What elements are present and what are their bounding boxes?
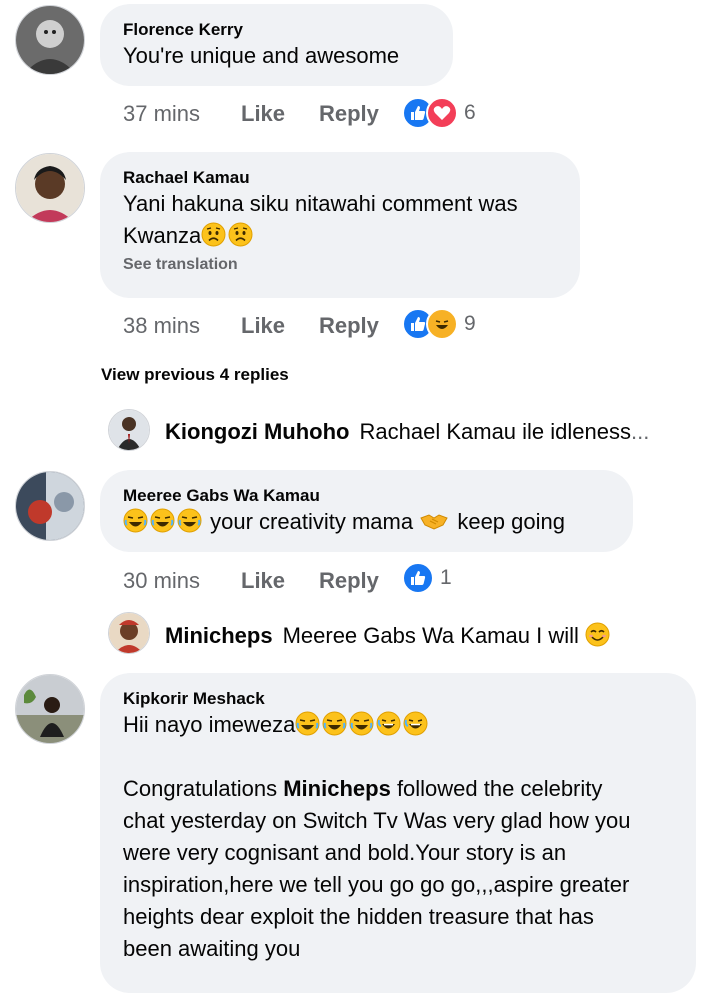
rofl-emoji	[123, 508, 148, 533]
like-button[interactable]: Like	[241, 99, 285, 129]
comment-author[interactable]: Meeree Gabs Wa Kamau	[123, 486, 610, 506]
avatar-minicheps[interactable]	[108, 612, 150, 654]
comment-text: your creativity mama keep going	[123, 506, 610, 538]
avatar-rachael-kamau[interactable]	[15, 153, 85, 223]
reaction-count: 1	[440, 566, 452, 589]
comment-time[interactable]: 38 mins	[123, 311, 200, 341]
comment-text-part: Congratulations	[123, 776, 278, 801]
reaction-count: 6	[464, 101, 476, 124]
reaction-summary-1[interactable]: 6	[402, 95, 476, 131]
grinning-sweat-emoji	[403, 711, 428, 736]
reply-preview-minicheps[interactable]: Minicheps Meeree Gabs Wa Kamau I will	[165, 622, 612, 649]
reply-preview-kiongozi[interactable]: Kiongozi Muhoho Rachael Kamau ile idlenes…	[165, 419, 649, 445]
avatar-florence-kerry[interactable]	[15, 5, 85, 75]
reply-button[interactable]: Reply	[319, 566, 379, 596]
comment-bubble-1: Florence Kerry You're unique and awesome	[100, 4, 453, 86]
reaction-count: 9	[464, 312, 476, 335]
reaction-summary-3[interactable]: 1	[402, 560, 452, 596]
see-translation-link[interactable]: See translation	[123, 256, 557, 274]
grinning-sweat-emoji	[376, 711, 401, 736]
reply-author[interactable]: Kiongozi Muhoho	[165, 419, 350, 444]
reaction-summary-2[interactable]: 9	[402, 306, 476, 342]
comment-author[interactable]: Florence Kerry	[123, 20, 430, 40]
view-previous-replies-link[interactable]: View previous 4 replies	[101, 365, 289, 385]
haha-icon	[426, 308, 458, 340]
comment-actions-1: 37 mins Like Reply	[123, 99, 423, 129]
avatar-kipkorir-meshack[interactable]	[15, 674, 85, 744]
comment-author[interactable]: Rachael Kamau	[123, 168, 557, 188]
reply-button[interactable]: Reply	[319, 99, 379, 129]
reply-ellipsis: ...	[631, 419, 650, 444]
smiling-face-emoji	[585, 622, 610, 647]
comment-text-part: followed the celebrity	[396, 776, 603, 801]
comment-text-line: been awaiting you	[123, 936, 301, 961]
reply-text: Rachael Kamau ile idleness	[359, 419, 632, 444]
rofl-emoji	[295, 711, 320, 736]
rofl-emoji	[322, 711, 347, 736]
like-button[interactable]: Like	[241, 311, 285, 341]
like-button[interactable]: Like	[241, 566, 285, 596]
comment-text-line: were very cognisant and bold.Your story …	[123, 840, 567, 865]
comment-text: You're unique and awesome	[123, 43, 400, 68]
mention-minicheps[interactable]: Minicheps	[283, 776, 391, 801]
comment-author[interactable]: Kipkorir Meshack	[123, 689, 673, 709]
comment-text-line: chat yesterday on Switch Tv Was very gla…	[123, 808, 631, 833]
comment-bubble-4: Kipkorir Meshack Hii nayo imeweza Congra…	[100, 673, 696, 993]
comment-text-line: inspiration,here we tell you go go go,,,…	[123, 872, 630, 897]
handshake-emoji	[419, 508, 449, 533]
rofl-emoji	[177, 508, 202, 533]
comment-text-line: heights dear exploit the hidden treasure…	[123, 904, 594, 929]
comment-actions-2: 38 mins Like Reply	[123, 311, 423, 341]
comment-time[interactable]: 30 mins	[123, 566, 200, 596]
love-icon	[426, 97, 458, 129]
rofl-emoji	[150, 508, 175, 533]
comment-text-part: keep going	[457, 509, 565, 534]
comment-bubble-2: Rachael Kamau Yani hakuna siku nitawahi …	[100, 152, 580, 298]
worried-face-emoji	[201, 222, 226, 247]
like-icon	[402, 562, 434, 594]
comment-bubble-3: Meeree Gabs Wa Kamau your creativity mam…	[100, 470, 633, 552]
comment-text-part: your creativity mama	[210, 509, 414, 534]
reply-text: Meeree Gabs Wa Kamau I will	[282, 623, 579, 648]
comment-text-line: Yani hakuna siku nitawahi comment was	[123, 191, 518, 216]
rofl-emoji	[349, 711, 374, 736]
comment-actions-3: 30 mins Like Reply	[123, 566, 423, 596]
comment-text-line: Kwanza	[123, 223, 202, 248]
worried-face-emoji	[228, 222, 253, 247]
comment-text: Hii nayo imeweza Congratulations Miniche…	[123, 709, 673, 965]
comment-text: Yani hakuna siku nitawahi comment was Kw…	[123, 188, 557, 252]
reply-button[interactable]: Reply	[319, 311, 379, 341]
comment-text-line: Hii nayo imeweza	[123, 712, 296, 737]
reply-author[interactable]: Minicheps	[165, 623, 273, 648]
avatar-meeree-gabs[interactable]	[15, 471, 85, 541]
avatar-kiongozi-muhoho[interactable]	[108, 409, 150, 451]
comment-time[interactable]: 37 mins	[123, 99, 200, 129]
